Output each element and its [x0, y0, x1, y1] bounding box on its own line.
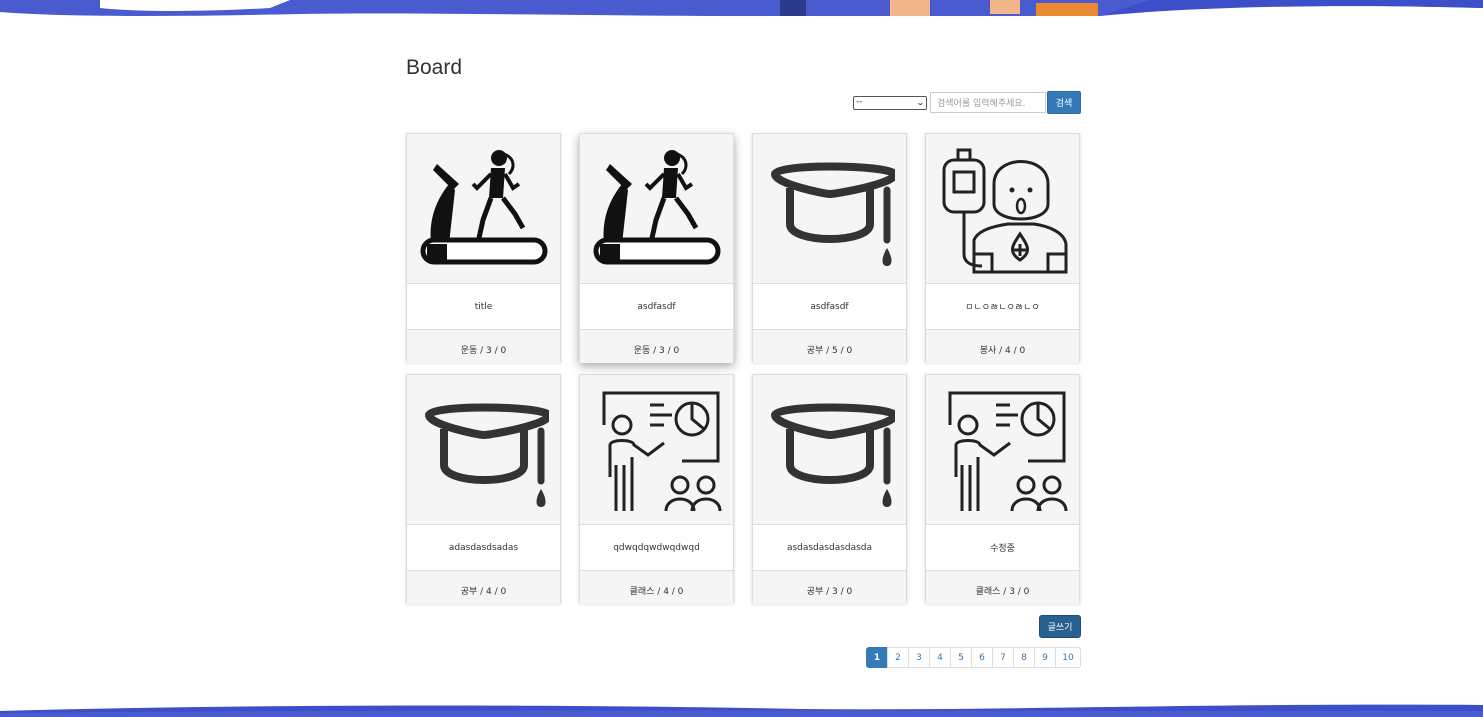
card-image [407, 375, 560, 525]
page-link-3[interactable]: 3 [908, 647, 930, 668]
search-button[interactable]: 검색 [1047, 91, 1081, 114]
card-image [580, 375, 733, 525]
card-image [407, 134, 560, 284]
board-card[interactable]: asdfasdf 공부 / 5 / 0 [752, 133, 907, 363]
page-link-6[interactable]: 6 [971, 647, 993, 668]
card-title: asdfasdf [580, 284, 733, 330]
card-meta: 운동 / 3 / 0 [580, 330, 733, 363]
board-card[interactable]: adasdasdsadas 공부 / 4 / 0 [406, 374, 561, 604]
card-image [753, 375, 906, 525]
treadmill-runner-icon [420, 149, 547, 264]
teacher-presentation-icon [948, 391, 1067, 511]
page-link-8[interactable]: 8 [1013, 647, 1035, 668]
page-link-4[interactable]: 4 [929, 647, 951, 668]
card-image [926, 134, 1079, 284]
card-meta: 공부 / 4 / 0 [407, 571, 560, 604]
card-meta: 봉사 / 4 / 0 [926, 330, 1079, 363]
graduation-cap-icon [770, 403, 895, 507]
card-image [580, 134, 733, 284]
treadmill-runner-icon [593, 149, 720, 264]
card-meta: 공부 / 3 / 0 [753, 571, 906, 604]
card-title: 수정중 [926, 525, 1079, 571]
board-card[interactable]: qdwqdqwdwqdwqd 클래스 / 4 / 0 [579, 374, 734, 604]
card-meta: 공부 / 5 / 0 [753, 330, 906, 363]
graduation-cap-icon [424, 403, 549, 507]
board-card[interactable]: ㅁㄴㅇㅀㄴㅇㅀㄴㅇ 봉사 / 4 / 0 [925, 133, 1080, 363]
card-image [926, 375, 1079, 525]
search-input[interactable]: 검색어를 입력해주세요. [930, 92, 1046, 113]
card-meta: 운동 / 3 / 0 [407, 330, 560, 363]
card-title: qdwqdqwdwqdwqd [580, 525, 733, 571]
page-link-7[interactable]: 7 [992, 647, 1014, 668]
top-banner [0, 0, 1483, 16]
blood-donor-icon [942, 148, 1067, 273]
search-select-value: -- [856, 97, 863, 107]
search-bar: -- ⌄ 검색어를 입력해주세요. 검색 [853, 91, 1081, 114]
card-title: title [407, 284, 560, 330]
pagination: 1 2 3 4 5 6 7 8 9 10 [866, 647, 1081, 668]
chevron-down-icon: ⌄ [915, 98, 926, 107]
card-meta: 클래스 / 3 / 0 [926, 571, 1079, 604]
board-card[interactable]: asdasdasdasdasda 공부 / 3 / 0 [752, 374, 907, 604]
page-link-5[interactable]: 5 [950, 647, 972, 668]
page-link-1[interactable]: 1 [866, 647, 888, 668]
card-title: adasdasdsadas [407, 525, 560, 571]
page-link-10[interactable]: 10 [1055, 647, 1081, 668]
page-link-2[interactable]: 2 [887, 647, 909, 668]
card-title: ㅁㄴㅇㅀㄴㅇㅀㄴㅇ [926, 284, 1079, 330]
page-title: Board [406, 56, 463, 79]
bottom-banner [0, 704, 1483, 717]
teacher-presentation-icon [602, 391, 721, 511]
card-title: asdfasdf [753, 284, 906, 330]
card-image [753, 134, 906, 284]
page-link-9[interactable]: 9 [1034, 647, 1056, 668]
board-card[interactable]: 수정중 클래스 / 3 / 0 [925, 374, 1080, 604]
search-type-select[interactable]: -- ⌄ [853, 95, 927, 110]
board-card[interactable]: asdfasdf 운동 / 3 / 0 [579, 133, 734, 363]
card-meta: 클래스 / 4 / 0 [580, 571, 733, 604]
graduation-cap-icon [770, 162, 895, 266]
board-card[interactable]: title 운동 / 3 / 0 [406, 133, 561, 363]
write-button[interactable]: 글쓰기 [1039, 615, 1081, 638]
card-title: asdasdasdasdasda [753, 525, 906, 571]
